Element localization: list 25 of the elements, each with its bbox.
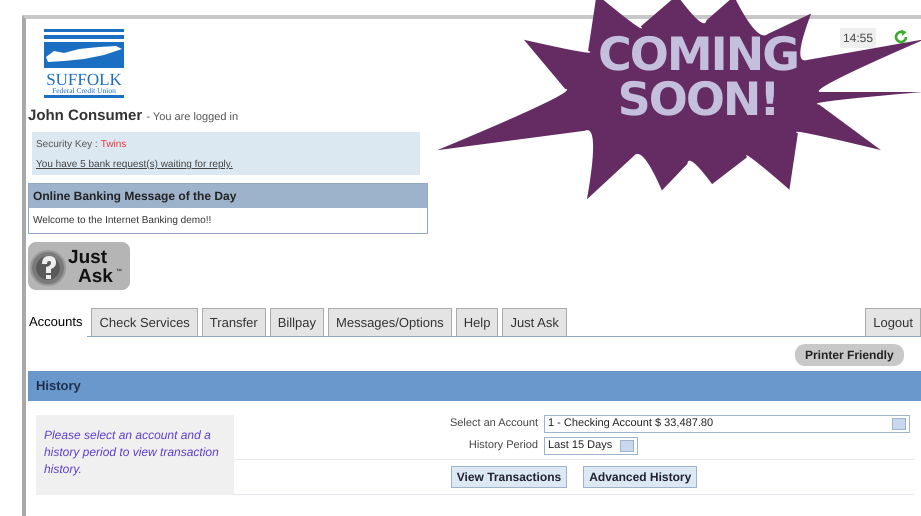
printer-friendly-button[interactable]: Printer Friendly (795, 344, 904, 366)
section-header: History (28, 371, 921, 400)
instruction-text: Please select an account and a history period to view transaction history. (36, 414, 234, 494)
user-name: John Consumer (28, 107, 142, 124)
nav-tab[interactable]: Check Services (91, 308, 198, 336)
nav-tab[interactable]: Just Ask (502, 308, 567, 336)
field-label: History Period (468, 438, 539, 454)
message-title: Online Banking Message of the Day (29, 184, 427, 208)
nav-tab[interactable]: Billpay (270, 308, 324, 336)
action-button[interactable]: Advanced History (583, 466, 698, 488)
field-label: Select an Account (448, 416, 539, 432)
bank-requests-link[interactable]: You have 5 bank request(s) waiting for reply. (36, 159, 233, 170)
refresh-icon[interactable] (893, 29, 909, 45)
message-text: Welcome to the Internet Banking demo!! (32, 214, 212, 228)
security-key-label: Security Key : (36, 138, 98, 150)
security-key-value: Twins (100, 138, 126, 150)
nav-tab[interactable]: Transfer (202, 308, 266, 336)
logout-tab[interactable]: Logout (865, 308, 921, 336)
nav-tab[interactable]: Help (456, 308, 498, 336)
dropdown[interactable]: Last 15 Days (544, 436, 638, 454)
action-button[interactable]: View Transactions (450, 466, 568, 488)
session-clock: 14:55 (840, 28, 876, 48)
login-status: - You are logged in (146, 111, 238, 123)
nav-tab[interactable]: Messages/Options (328, 308, 452, 336)
dropdown[interactable]: 1 - Checking Account $ 33,487.80 (544, 414, 910, 432)
